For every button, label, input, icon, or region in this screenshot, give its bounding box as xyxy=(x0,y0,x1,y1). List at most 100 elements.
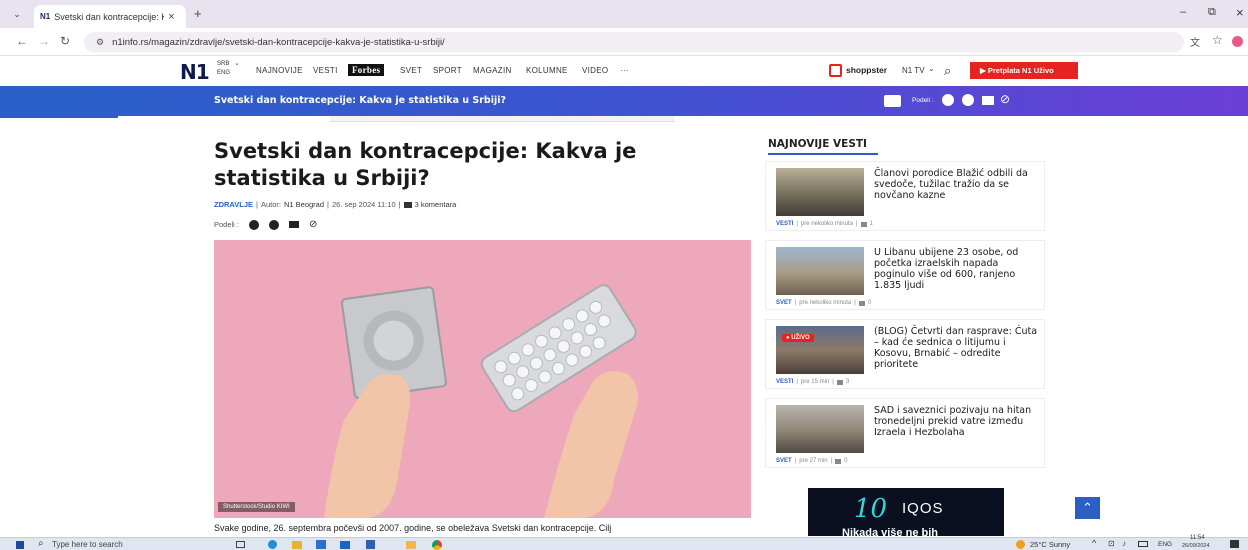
sticky-article-banner: Svetski dan kontracepcije: Kakva je stat… xyxy=(0,86,1248,116)
tray-chevron-icon[interactable]: ^ xyxy=(1092,538,1096,548)
article-category[interactable]: ZDRAVLJE xyxy=(214,200,253,209)
news-thumbnail[interactable] xyxy=(776,405,864,453)
comment-icon xyxy=(858,300,865,306)
iqos-ad[interactable]: 10 IQOS Nikada više ne bih xyxy=(808,488,1004,536)
nav-svet[interactable]: SVET xyxy=(400,66,422,75)
task-view-icon[interactable] xyxy=(236,541,245,548)
translate-icon[interactable]: 文 xyxy=(1190,34,1200,49)
photo-credit: Shutterstock/Studio KIWI xyxy=(218,502,295,512)
new-tab-button[interactable]: + xyxy=(194,6,202,21)
tab-title: Svetski dan kontracepcije: Kakv xyxy=(54,11,164,22)
news-category[interactable]: SVET xyxy=(776,458,792,464)
n1-logo[interactable]: N1 xyxy=(180,60,210,84)
profile-avatar[interactable] xyxy=(1232,36,1243,47)
taskbar-search-input[interactable]: Type here to search xyxy=(52,540,123,549)
reload-icon[interactable]: ↻ xyxy=(60,34,70,48)
news-category[interactable]: VESTI xyxy=(776,221,793,227)
news-title[interactable]: SAD i saveznici pozivaju na hitan troned… xyxy=(874,405,1042,438)
shoppster-link[interactable]: shoppster xyxy=(846,65,887,75)
clock-time[interactable]: 11:54 xyxy=(1190,535,1205,541)
lang-srb[interactable]: SRB xyxy=(217,61,229,67)
windows-start-icon[interactable] xyxy=(16,541,24,549)
news-meta: SVET | pre 27 min | 0 xyxy=(776,458,848,464)
news-card[interactable]: Članovi porodice Blažić odbili da svedoč… xyxy=(765,161,1045,231)
email-icon[interactable] xyxy=(982,96,994,105)
taskbar-search-icon[interactable]: ⌕ xyxy=(38,538,44,549)
clock-date[interactable]: 26/09/2024 xyxy=(1182,543,1210,549)
news-category[interactable]: VESTI xyxy=(776,379,793,385)
nav-vesti[interactable]: VESTI xyxy=(313,66,338,75)
shoppster-bag-icon[interactable] xyxy=(829,64,842,77)
weather-text[interactable]: 25°C Sunny xyxy=(1030,540,1070,549)
comments-link[interactable]: 3 komentara xyxy=(415,200,457,209)
nav-kolumne[interactable]: KOLUMNE xyxy=(526,66,568,75)
news-title[interactable]: (BLOG) Četvrti dan rasprave: Ćuta – kad … xyxy=(874,326,1042,370)
lang-chevron-icon[interactable]: ⌄ xyxy=(234,59,240,67)
language-indicator[interactable]: ENG xyxy=(1158,541,1172,548)
nav-forbes[interactable]: Forbes xyxy=(348,64,385,76)
live-subscribe-button[interactable]: ▶ Pretplata N1 Uživo xyxy=(970,62,1078,79)
browser-toolbar: ← → ↻ ⚙ n1info.rs/magazin/zdravlje/svets… xyxy=(0,28,1248,56)
lang-eng[interactable]: ENG xyxy=(217,70,230,76)
nav-video[interactable]: VIDEO xyxy=(582,66,608,75)
sidebar-title-underline xyxy=(768,153,878,155)
email-icon[interactable] xyxy=(289,221,300,228)
address-bar[interactable]: ⚙ n1info.rs/magazin/zdravlje/svetski-dan… xyxy=(84,32,1184,52)
news-card[interactable]: U Libanu ubijene 23 osobe, od početka iz… xyxy=(765,240,1045,310)
volume-icon[interactable]: ♪ xyxy=(1122,539,1126,548)
news-card[interactable]: ● UŽIVO (BLOG) Četvrti dan rasprave: Ćut… xyxy=(765,319,1045,389)
meta-separator: | xyxy=(855,221,858,227)
site-info-icon[interactable]: ⚙ xyxy=(96,37,104,48)
news-comments: 0 xyxy=(867,300,872,306)
scroll-to-top-button[interactable]: ⌃ xyxy=(1075,497,1100,519)
link-icon[interactable]: ⊘ xyxy=(1000,92,1010,106)
x-icon[interactable] xyxy=(269,219,280,230)
edge-icon[interactable] xyxy=(268,540,277,549)
nav-najnovije[interactable]: NAJNOVIJE xyxy=(256,66,303,75)
word-icon[interactable] xyxy=(366,540,375,549)
facebook-icon[interactable] xyxy=(249,219,260,230)
nav-sport[interactable]: SPORT xyxy=(433,66,462,75)
file-explorer-icon[interactable] xyxy=(292,541,302,549)
tab-list-chevron-icon[interactable]: ⌄ xyxy=(8,6,26,22)
facebook-icon[interactable] xyxy=(942,94,954,106)
forward-arrow-icon[interactable]: → xyxy=(38,34,50,48)
folder-icon[interactable] xyxy=(406,541,416,549)
comment-icon[interactable] xyxy=(884,95,901,107)
restore-button[interactable]: ⧉ xyxy=(1208,6,1216,19)
battery-icon[interactable] xyxy=(1138,541,1148,547)
link-icon[interactable]: ⊘ xyxy=(309,219,317,230)
back-arrow-icon[interactable]: ← xyxy=(16,34,28,48)
weather-icon[interactable] xyxy=(1016,540,1025,549)
minimize-button[interactable]: – xyxy=(1180,6,1186,18)
store-icon[interactable] xyxy=(316,540,326,549)
bookmark-star-icon[interactable]: ☆ xyxy=(1212,33,1223,47)
news-thumbnail[interactable] xyxy=(776,247,864,295)
ad-number: 10 xyxy=(854,494,888,524)
news-meta: VESTI | pre 15 min | 3 xyxy=(776,379,849,385)
news-comments: 3 xyxy=(845,379,850,385)
news-thumbnail[interactable] xyxy=(776,168,864,216)
news-title[interactable]: Članovi porodice Blažić odbili da svedoč… xyxy=(874,168,1042,201)
tab-close-icon[interactable]: × xyxy=(168,11,174,23)
windows-taskbar: ⌕ Type here to search 25°C Sunny ^ ⊡ ♪ E… xyxy=(0,535,1248,550)
meta-separator: | xyxy=(794,458,797,464)
news-category[interactable]: SVET xyxy=(776,300,792,306)
n1tv-menu[interactable]: N1 TV xyxy=(902,66,925,75)
close-window-button[interactable]: × xyxy=(1236,5,1244,20)
chrome-icon[interactable] xyxy=(432,540,442,550)
notification-icon[interactable] xyxy=(1230,540,1239,548)
network-icon[interactable]: ⊡ xyxy=(1108,539,1115,548)
author-name[interactable]: N1 Beograd xyxy=(284,200,324,209)
search-icon[interactable]: ⌕ xyxy=(944,63,951,79)
nav-magazin[interactable]: MAGAZIN xyxy=(473,66,512,75)
nav-more[interactable]: ··· xyxy=(620,66,629,75)
news-card[interactable]: SAD i saveznici pozivaju na hitan troned… xyxy=(765,398,1045,468)
n1tv-chevron-icon[interactable]: ⌄ xyxy=(928,64,935,73)
news-comments: 0 xyxy=(844,458,848,464)
mail-icon[interactable] xyxy=(340,541,350,549)
news-time: pre 27 min xyxy=(799,458,828,464)
browser-tab[interactable]: N1 Svetski dan kontracepcije: Kakv × xyxy=(34,5,186,28)
news-title[interactable]: U Libanu ubijene 23 osobe, od početka iz… xyxy=(874,247,1042,291)
x-icon[interactable] xyxy=(962,94,974,106)
